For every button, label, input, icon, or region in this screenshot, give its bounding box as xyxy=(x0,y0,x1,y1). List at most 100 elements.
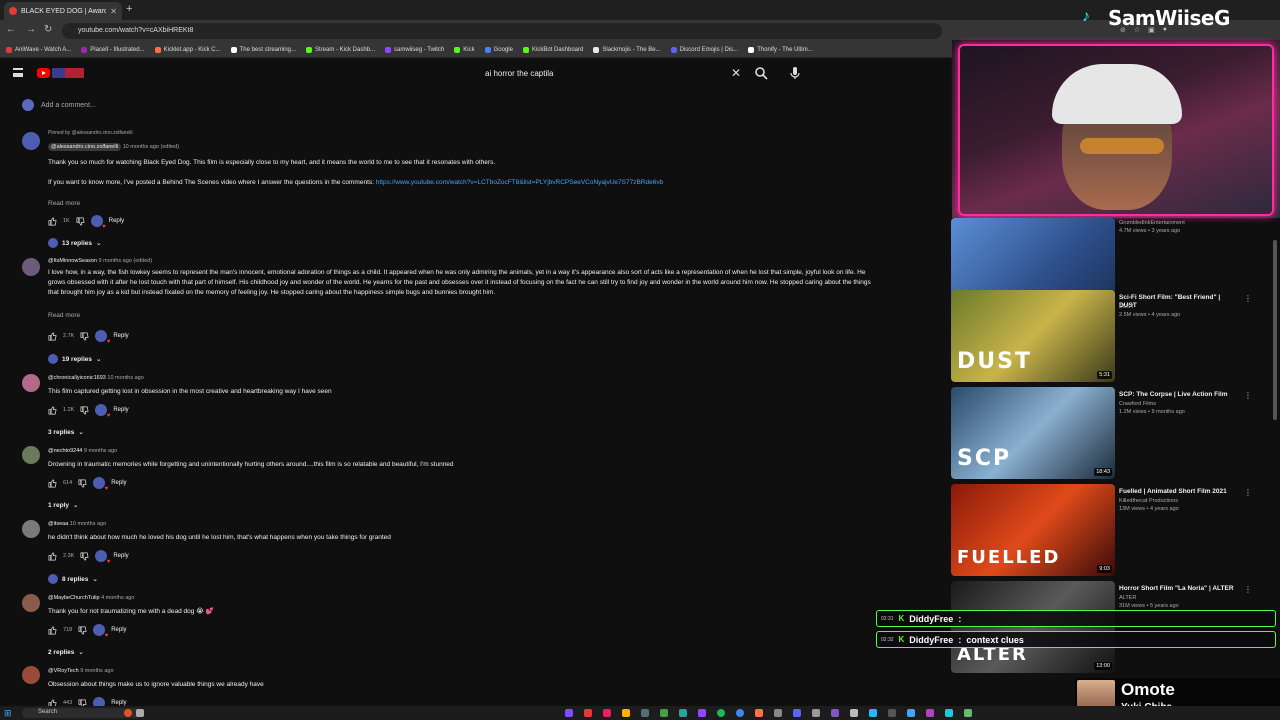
video-thumbnail[interactable]: SCP 18:43 xyxy=(951,387,1115,479)
comment-author[interactable]: @alessandro.cino.zolfanelli xyxy=(48,143,122,151)
app-icon[interactable] xyxy=(926,709,934,717)
app-icon[interactable] xyxy=(831,709,839,717)
youtube-logo-icon[interactable] xyxy=(37,68,50,78)
bookmark-item[interactable]: Kicklet.app - Kick C... xyxy=(154,46,221,53)
brave-icon[interactable] xyxy=(124,709,132,717)
view-replies-button[interactable]: 1 reply ⌄ xyxy=(48,501,78,510)
reply-button[interactable]: Reply xyxy=(113,407,128,413)
video-thumbnail[interactable]: ALTER 13:00 xyxy=(951,581,1115,673)
app-icon[interactable] xyxy=(964,709,972,717)
comment-link[interactable]: https://www.youtube.com/watch?v=LCTboZoc… xyxy=(376,179,663,186)
video-title[interactable]: Horror Short Film "La Noria" | ALTER xyxy=(1119,585,1239,593)
app-icon[interactable] xyxy=(869,709,877,717)
dislike-icon[interactable] xyxy=(78,626,87,635)
app-icon[interactable] xyxy=(812,709,820,717)
windows-start-icon[interactable]: ⊞ xyxy=(4,708,14,718)
related-video[interactable]: ALTER 13:00 Horror Short Film "La Noria" |… xyxy=(950,581,1280,677)
puzzle-icon[interactable]: ▣ xyxy=(1148,26,1155,34)
comment-author[interactable]: @ItsMinnowSeason xyxy=(48,258,97,264)
related-video[interactable]: DUST 5:31 Sci-Fi Short Film: "Best Friend"… xyxy=(950,290,1280,386)
video-thumbnail[interactable]: DUST 5:31 xyxy=(951,290,1115,382)
read-more-link[interactable]: Read more xyxy=(48,312,80,319)
spotify-icon[interactable] xyxy=(717,709,725,717)
add-comment-box[interactable]: Add a comment... xyxy=(22,99,96,111)
video-channel[interactable]: ALTER xyxy=(1119,595,1136,601)
bookmark-item[interactable]: Kick xyxy=(454,46,475,53)
reply-button[interactable]: Reply xyxy=(111,627,126,633)
comment-author[interactable]: @nechto9244 xyxy=(48,448,82,454)
comment-author[interactable]: @VRoyTech xyxy=(48,668,79,674)
avatar[interactable] xyxy=(22,374,40,392)
app-icon[interactable] xyxy=(603,709,611,717)
view-replies-button[interactable]: 13 replies ⌄ xyxy=(48,238,101,248)
dislike-icon[interactable] xyxy=(80,406,89,415)
app-icon[interactable] xyxy=(698,709,706,717)
microphone-icon[interactable] xyxy=(788,66,802,80)
more-options-icon[interactable]: ⋮ xyxy=(1244,585,1252,594)
bookmark-item[interactable]: Google xyxy=(484,46,513,53)
comment-author[interactable]: @MaybeChurchTulip xyxy=(48,595,100,601)
comment-author[interactable]: @chronicallyiconic1693 xyxy=(48,375,106,381)
extension-icon[interactable]: ⊘ xyxy=(1120,26,1126,34)
video-title[interactable]: SCP: The Corpse | Live Action Film xyxy=(1119,391,1239,399)
more-options-icon[interactable]: ⋮ xyxy=(1244,294,1252,303)
reply-button[interactable]: Reply xyxy=(113,333,128,339)
bookmark-item[interactable]: samwiiseg - Twitch xyxy=(385,46,444,53)
chrome-icon[interactable] xyxy=(736,709,744,717)
avatar[interactable] xyxy=(22,132,40,150)
bookmark-item[interactable]: The best streaming... xyxy=(230,46,296,53)
related-video[interactable]: SCP 18:43 SCP: The Corpse | Live Action Fi… xyxy=(950,387,1280,483)
bookmark-item[interactable]: Discord Emojis | Dis... xyxy=(670,46,738,53)
more-options-icon[interactable]: ⋮ xyxy=(1244,488,1252,497)
bookmark-item[interactable]: Thonify - The Ultim... xyxy=(748,46,813,53)
view-replies-button[interactable]: 8 replies ⌄ xyxy=(48,574,98,584)
dislike-icon[interactable] xyxy=(80,552,89,561)
reload-icon[interactable]: ↻ xyxy=(44,24,52,35)
app-icon[interactable] xyxy=(565,709,573,717)
address-bar[interactable]: youtube.com/watch?v=cAXbiHREKt8 xyxy=(62,23,942,39)
bookmark-item[interactable]: Placeit - Illustrated... xyxy=(81,46,145,53)
bookmark-item[interactable]: KickBot Dashboard xyxy=(522,46,583,53)
avatar[interactable] xyxy=(22,666,40,684)
close-tab-icon[interactable]: ✕ xyxy=(110,7,117,16)
app-icon[interactable] xyxy=(679,709,687,717)
discord-icon[interactable] xyxy=(793,709,801,717)
app-icon[interactable] xyxy=(888,709,896,717)
app-icon[interactable] xyxy=(136,709,144,717)
like-icon[interactable] xyxy=(48,552,57,561)
clear-search-icon[interactable]: ✕ xyxy=(731,66,741,80)
search-input[interactable]: ai horror the captila xyxy=(478,65,748,83)
reply-button[interactable]: Reply xyxy=(111,480,126,486)
video-channel[interactable]: Killedthecat Productions xyxy=(1119,498,1178,504)
video-channel[interactable]: GrumbledInkEntertainment xyxy=(1119,220,1185,226)
avatar[interactable] xyxy=(22,258,40,276)
video-title[interactable]: Sci-Fi Short Film: "Best Friend" | DUST xyxy=(1119,294,1239,310)
video-channel[interactable]: Crawford Films xyxy=(1119,401,1156,407)
profile-icon[interactable]: ● xyxy=(1163,26,1167,34)
avatar[interactable] xyxy=(22,520,40,538)
browser-tab[interactable]: BLACK EYED DOG | Award ✕ xyxy=(4,2,122,20)
like-icon[interactable] xyxy=(48,479,57,488)
like-icon[interactable] xyxy=(48,406,57,415)
app-icon[interactable] xyxy=(945,709,953,717)
related-video[interactable]: FUELLED 9:03 Fuelled | Animated Short Film… xyxy=(950,484,1280,580)
view-replies-button[interactable]: 2 replies ⌄ xyxy=(48,648,84,657)
read-more-link[interactable]: Read more xyxy=(48,200,80,207)
reply-button[interactable]: Reply xyxy=(113,553,128,559)
app-icon[interactable] xyxy=(660,709,668,717)
dislike-icon[interactable] xyxy=(80,332,89,341)
bookmark-item[interactable]: Stream - Kick Dashb... xyxy=(306,46,375,53)
bookmark-item[interactable]: Slackmojis - The Be... xyxy=(593,46,661,53)
forward-icon[interactable]: → xyxy=(26,24,36,35)
app-icon[interactable] xyxy=(850,709,858,717)
search-icon[interactable] xyxy=(754,66,768,80)
view-replies-button[interactable]: 3 replies ⌄ xyxy=(48,428,84,437)
avatar[interactable] xyxy=(22,446,40,464)
back-icon[interactable]: ← xyxy=(6,24,16,35)
view-replies-button[interactable]: 19 replies ⌄ xyxy=(48,354,101,364)
scrollbar[interactable] xyxy=(1273,240,1277,420)
video-thumbnail[interactable]: FUELLED 9:03 xyxy=(951,484,1115,576)
like-icon[interactable] xyxy=(48,217,57,226)
more-options-icon[interactable]: ⋮ xyxy=(1244,391,1252,400)
video-channel[interactable]: DUST xyxy=(1119,304,1134,310)
